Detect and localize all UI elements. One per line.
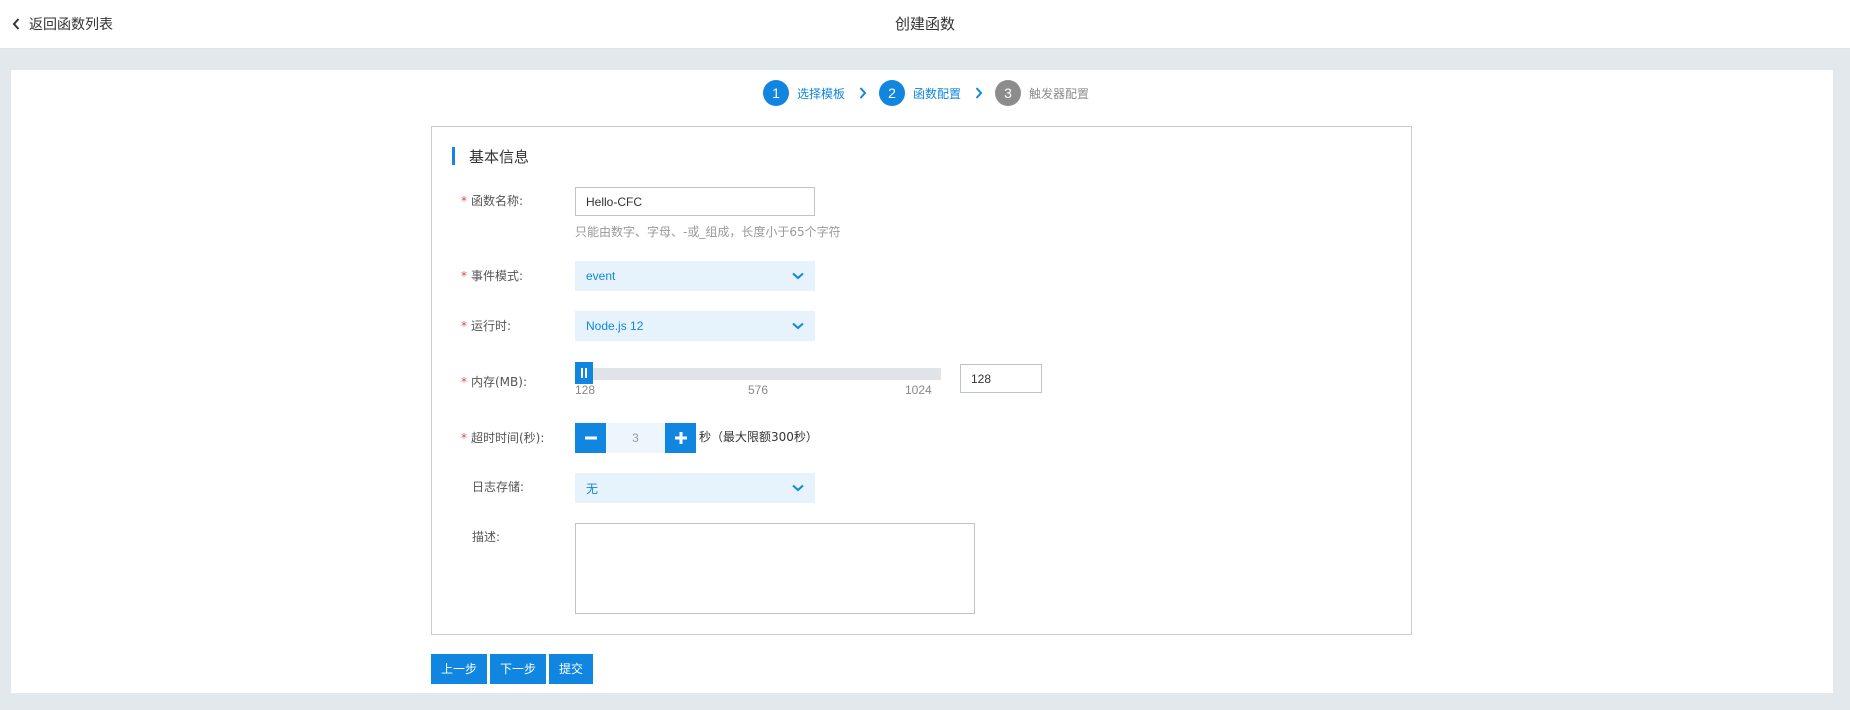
step-label: 选择模板 <box>797 86 846 101</box>
step-select-template[interactable]: 1 选择模板 <box>763 80 845 106</box>
plus-icon <box>674 432 687 444</box>
required-mark: * <box>461 375 467 389</box>
minus-icon <box>584 436 597 440</box>
step-label: 触发器配置 <box>1029 86 1090 101</box>
timeout-value[interactable]: 3 <box>606 423 665 453</box>
description-label: 描述: <box>472 530 501 544</box>
prev-step-button[interactable]: 上一步 <box>431 654 487 684</box>
log-storage-value: 无 <box>586 481 599 496</box>
function-name-input[interactable] <box>575 187 815 216</box>
memory-min-tick: 128 <box>575 383 596 397</box>
step-number: 2 <box>879 80 906 106</box>
chevron-right-icon <box>975 87 983 99</box>
memory-mid-tick: 576 <box>748 383 769 397</box>
section-title: 基本信息 <box>452 146 529 166</box>
function-name-label: * 函数名称: <box>461 194 524 208</box>
section-accent-bar <box>452 147 455 165</box>
memory-slider-handle[interactable] <box>575 362 593 384</box>
memory-max-tick: 1024 <box>905 383 932 397</box>
required-mark: * <box>461 319 467 333</box>
step-number: 3 <box>995 80 1022 106</box>
step-number: 1 <box>763 80 789 106</box>
timeout-suffix: 秒（最大限额300秒） <box>699 430 818 444</box>
runtime-label: * 运行时: <box>461 319 512 333</box>
event-mode-label: * 事件模式: <box>461 269 524 283</box>
chevron-down-icon <box>792 322 804 330</box>
step-function-config[interactable]: 2 函数配置 <box>879 80 961 106</box>
log-storage-label: 日志存储: <box>472 480 525 494</box>
runtime-select[interactable]: Node.js 12 <box>575 311 815 341</box>
function-name-hint: 只能由数字、字母、-或_组成，长度小于65个字符 <box>575 225 841 239</box>
chevron-right-icon <box>859 87 867 99</box>
required-mark: * <box>461 431 467 445</box>
chevron-down-icon <box>792 272 804 280</box>
memory-label: * 内存(MB): <box>461 375 527 389</box>
top-bar: 返回函数列表 创建函数 <box>0 0 1850 49</box>
step-trigger-config[interactable]: 3 触发器配置 <box>995 80 1089 106</box>
next-step-button[interactable]: 下一步 <box>490 654 546 684</box>
event-mode-select[interactable]: event <box>575 261 815 291</box>
submit-button[interactable]: 提交 <box>549 654 593 684</box>
timeout-label: * 超时时间(秒): <box>461 431 545 445</box>
section-title-text: 基本信息 <box>469 147 530 166</box>
memory-slider-track[interactable] <box>575 368 941 380</box>
timeout-increment-button[interactable] <box>665 423 696 453</box>
event-mode-value: event <box>586 269 616 283</box>
required-mark: * <box>461 194 467 208</box>
chevron-down-icon <box>792 484 804 492</box>
memory-input[interactable] <box>960 364 1042 393</box>
timeout-decrement-button[interactable] <box>575 423 606 453</box>
required-mark: * <box>461 269 467 283</box>
log-storage-select[interactable]: 无 <box>575 473 815 503</box>
description-textarea[interactable] <box>575 523 975 614</box>
step-indicator: 1 选择模板 2 函数配置 3 触发器配置 <box>763 80 1089 106</box>
page-title: 创建函数 <box>894 15 955 33</box>
step-label: 函数配置 <box>913 86 962 101</box>
runtime-value: Node.js 12 <box>586 319 644 333</box>
